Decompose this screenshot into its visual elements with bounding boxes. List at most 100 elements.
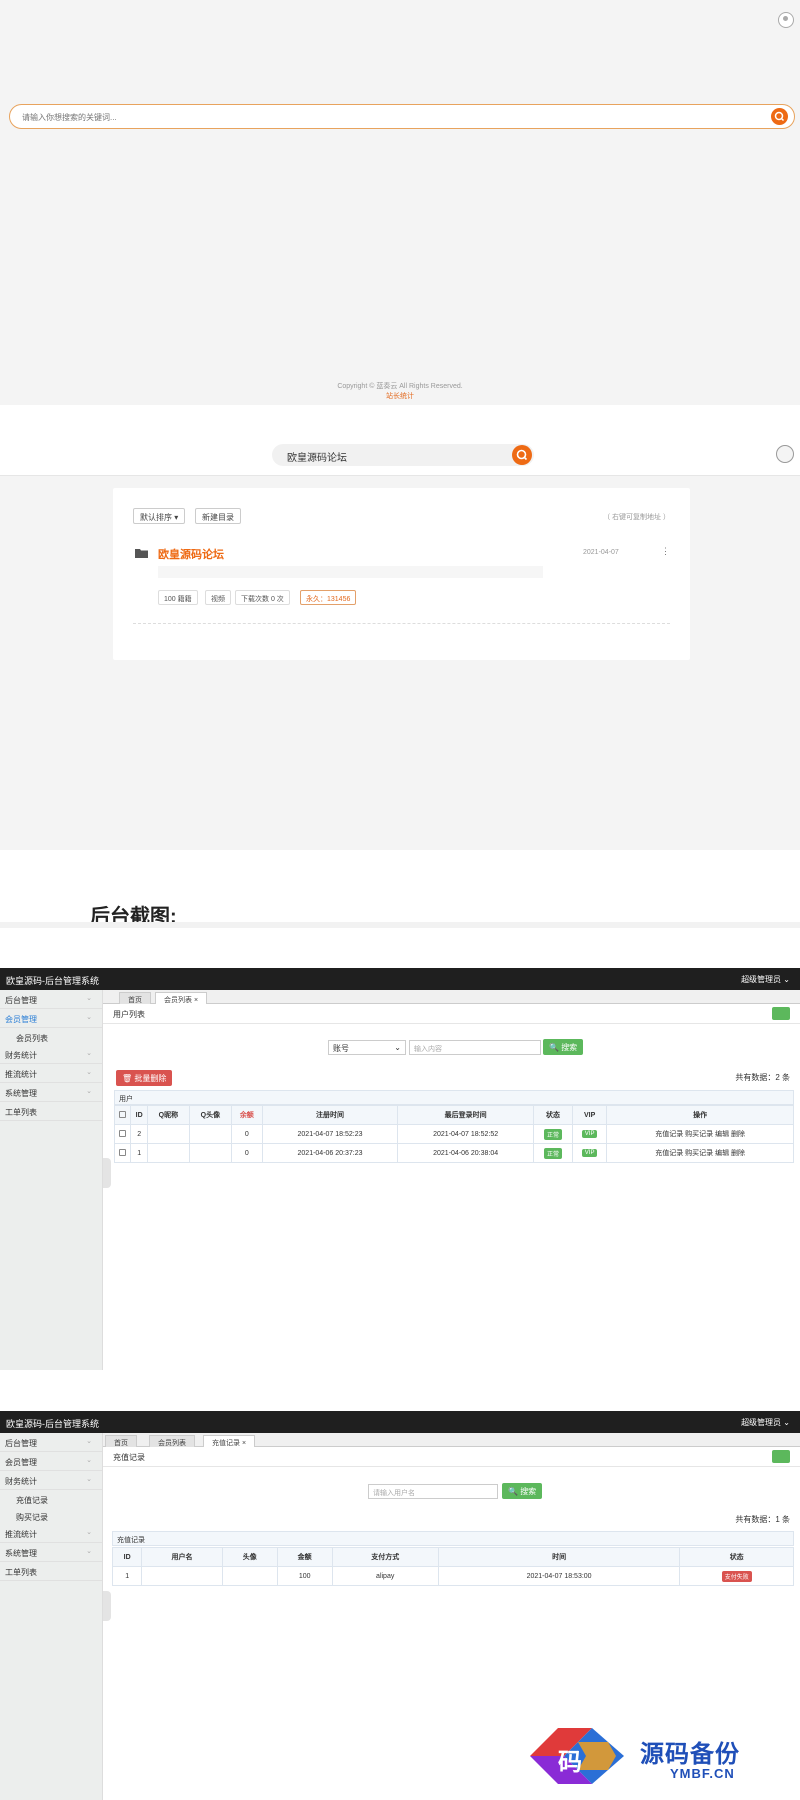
tab-member-list[interactable]: 会员列表 × [155, 992, 208, 1004]
column-header: 最后登录时间 [397, 1105, 534, 1125]
watermark-logo: 码 源码备份 YMBF.CN [520, 1722, 790, 1792]
table-cell: 0 [230, 1124, 263, 1144]
sidebar-item[interactable]: 会员管理 ⌄ [0, 1452, 102, 1471]
table-cell [146, 1124, 190, 1144]
admin-user-menu[interactable]: 超级管理员 ⌄ [741, 1417, 790, 1428]
sidebar-collapse-handle[interactable] [103, 1591, 111, 1621]
select-all-checkbox[interactable] [119, 1110, 127, 1118]
item-tag: 视频 [205, 590, 231, 605]
sidebar-item[interactable]: 后台管理 ⌄ [0, 1433, 102, 1452]
filter-select[interactable]: 账号 ⌄ [328, 1040, 406, 1055]
sidebar-item[interactable]: 系统管理 ⌄ [0, 1543, 102, 1562]
search-button[interactable]: 🔍 搜索 [543, 1039, 584, 1055]
row-actions[interactable]: 充值记录 购买记录 编辑 删除 [606, 1124, 794, 1144]
admin-tabs: 首页 会员列表 充值记录 × [103, 1433, 800, 1447]
more-icon[interactable]: ⋮ [661, 546, 670, 557]
user-avatar-icon[interactable] [778, 12, 794, 28]
item-tag: 下载次数 0 次 [235, 590, 290, 605]
file-list-card: 默认排序 ▾ 新建目录 （ 右键可复制地址 ） 欧皇源码论坛 2021-04-0… [113, 488, 690, 660]
admin-user-menu[interactable]: 超级管理员 ⌄ [741, 974, 790, 985]
sidebar-item[interactable]: 推流统计 ⌄ [0, 1524, 102, 1543]
row-checkbox[interactable] [119, 1148, 127, 1156]
user-avatar-icon[interactable] [776, 445, 794, 463]
table-row[interactable]: 1 0 2021-04-06 20:37:23 2021-04-06 20:38:04… [113, 1143, 794, 1163]
sidebar-item[interactable]: 推流统计 ⌄ [0, 1064, 102, 1083]
chevron-down-icon: ⌄ [86, 1548, 92, 1555]
frontend-list-screen: 欧皇源码论坛 默认排序 ▾ 新建目录 （ 右键可复制地址 ） 欧皇源码论坛 20… [0, 430, 800, 850]
new-dir-button[interactable]: 新建目录 [195, 508, 241, 524]
sidebar-item-label: 系统管理 [5, 1549, 37, 1558]
search-button-label: 搜索 [520, 1487, 537, 1496]
sidebar-item[interactable]: 财务统计 ⌄ [0, 1045, 102, 1064]
search-icon[interactable] [771, 108, 788, 125]
row-actions[interactable]: 充值记录 购买记录 编辑 删除 [606, 1143, 794, 1163]
tab-recharge[interactable]: 充值记录 × [203, 1435, 256, 1447]
search-bar[interactable] [9, 104, 795, 129]
search-button[interactable]: 🔍 搜索 [502, 1483, 543, 1499]
search-bar-2[interactable]: 欧皇源码论坛 [272, 444, 534, 466]
table-cell: alipay [331, 1566, 439, 1586]
refresh-button[interactable] [772, 1450, 790, 1463]
tab-home[interactable]: 首页 [119, 992, 151, 1004]
batch-delete-button[interactable]: 🗑 批量删除 [116, 1070, 173, 1086]
table-row[interactable]: 1 100 alipay 2021-04-07 18:53:00 支付失败 [111, 1566, 794, 1586]
username-input[interactable]: 请输入用户名 [368, 1484, 498, 1499]
column-header: 支付方式 [331, 1547, 439, 1567]
sidebar-item[interactable]: 后台管理 ⌄ [0, 990, 102, 1009]
status-badge: VIP [581, 1149, 598, 1157]
forum-link[interactable]: 欧皇源码论坛 [158, 546, 224, 562]
sort-button[interactable]: 默认排序 ▾ [133, 508, 186, 524]
refresh-button[interactable] [772, 1007, 790, 1020]
sidebar-item[interactable]: 购买记录 [0, 1507, 102, 1524]
sidebar-item[interactable]: 工单列表 [0, 1562, 102, 1581]
search-value[interactable]: 欧皇源码论坛 [287, 449, 347, 464]
row-checkbox-cell [113, 1143, 132, 1163]
filter-input[interactable]: 输入内容 [409, 1040, 541, 1055]
sidebar-item-label: 系统管理 [5, 1089, 37, 1098]
column-header: 状态 [679, 1547, 794, 1567]
sidebar-item-label: 工单列表 [5, 1568, 37, 1577]
total-count: 共有数据：2 条 [735, 1073, 790, 1082]
search-button-label: 搜索 [561, 1043, 578, 1052]
search-icon[interactable] [512, 445, 532, 465]
admin-title: 欧皇源码-后台管理系统 [6, 1419, 99, 1429]
tab-member-list[interactable]: 会员列表 [149, 1435, 195, 1447]
sidebar-item[interactable]: 财务统计 ⌄ [0, 1471, 102, 1490]
search-input[interactable] [22, 109, 722, 125]
column-header: 操作 [606, 1105, 794, 1125]
sidebar-item[interactable]: 会员列表 [0, 1028, 102, 1045]
column-header: 时间 [437, 1547, 681, 1567]
item-desc-bar [158, 566, 543, 578]
sidebar-item[interactable]: 系统管理 ⌄ [0, 1083, 102, 1102]
admin-sidebar: 后台管理 ⌄ 会员管理 ⌄ 财务统计 ⌄ 充值记录 购买记录 推流统计 ⌄ 系统管理 ⌄ 工单列表 [0, 1433, 103, 1800]
table-row[interactable]: 2 0 2021-04-07 18:52:23 2021-04-07 18:52:52… [113, 1124, 794, 1144]
column-header: 头像 [221, 1547, 278, 1567]
table-cell: 2021-04-07 18:52:23 [261, 1124, 399, 1144]
stats-link[interactable]: 站长统计 [0, 391, 800, 401]
table-caption: 用户 [114, 1090, 794, 1105]
admin-member-screen: 欧皇源码-后台管理系统 超级管理员 ⌄ 后台管理 ⌄ 会员管理 ⌄ 会员列表 财务统计 ⌄ 推… [0, 968, 800, 1370]
chevron-down-icon: ⌄ [86, 1529, 92, 1536]
chevron-down-icon: ⌄ [86, 1014, 92, 1021]
chevron-down-icon: ⌄ [86, 1476, 92, 1483]
status-badge: 支付失败 [721, 1570, 752, 1582]
admin-topbar: 欧皇源码-后台管理系统 超级管理员 ⌄ [0, 968, 800, 990]
logo-glyph: 码 [558, 1747, 582, 1776]
table-cell [188, 1143, 232, 1163]
row-checkbox-cell [113, 1124, 132, 1144]
column-header: Q昵称 [146, 1105, 190, 1125]
table-cell: 2021-04-07 18:53:00 [437, 1566, 681, 1586]
tab-home[interactable]: 首页 [105, 1435, 137, 1447]
watermark-cn: 源码备份 [640, 1741, 740, 1768]
row-checkbox[interactable] [119, 1129, 127, 1137]
sidebar-item[interactable]: 充值记录 [0, 1490, 102, 1507]
sidebar-item[interactable]: 工单列表 [0, 1102, 102, 1121]
table-cell [188, 1124, 232, 1144]
list-header: 欧皇源码论坛 [0, 430, 800, 476]
breadcrumb: 充值记录 [103, 1447, 800, 1467]
table-cell: 正常 [532, 1143, 574, 1163]
sidebar-collapse-handle[interactable] [103, 1158, 111, 1188]
admin-sidebar: 后台管理 ⌄ 会员管理 ⌄ 会员列表 财务统计 ⌄ 推流统计 ⌄ 系统管理 ⌄ 工单列表 [0, 990, 103, 1370]
sidebar-item[interactable]: 会员管理 ⌄ [0, 1009, 102, 1028]
sidebar-item-label: 后台管理 [5, 996, 37, 1005]
